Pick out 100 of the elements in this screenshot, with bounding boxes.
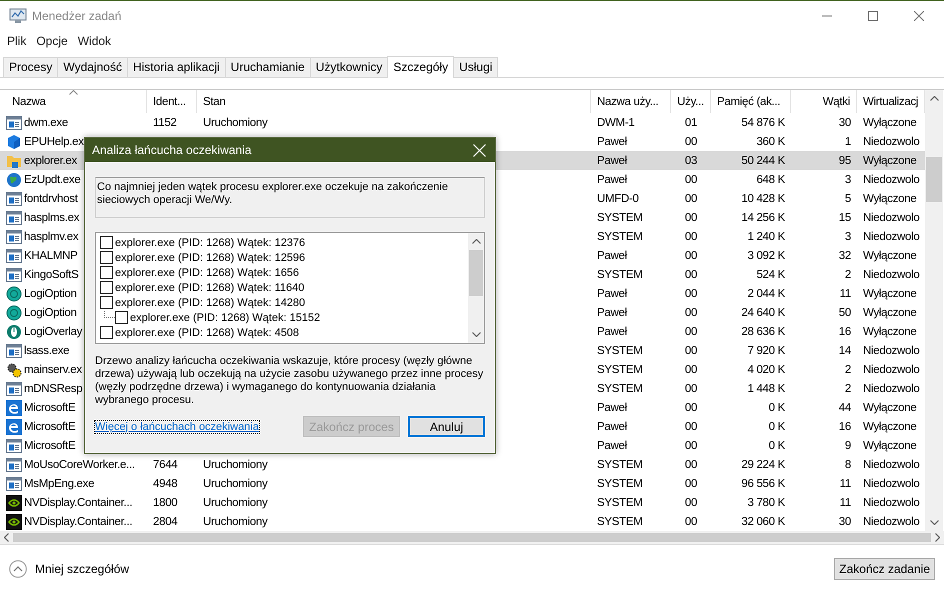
table-cell: KingoSoftS [24,268,79,280]
table-cell: LogiOption [24,306,77,318]
table-cell: 00 [684,440,698,452]
table-cell: explorer.ex [24,154,77,166]
table-cell: MoUsoCoreWorker.e... [24,458,135,470]
table-cell: 1 240 K [747,230,785,242]
table-cell: 00 [684,402,698,414]
table-cell: Niedozwolo [863,174,920,186]
table-cell: Niedozwolo [863,212,920,224]
table-cell: UMFD-0 [597,192,639,204]
table-cell: 0 K [768,402,785,414]
table-cell: DWM-1 [597,116,634,128]
table-cell: 1152 [153,116,177,128]
table-cell: 00 [684,174,698,186]
table-cell: 15 [838,212,851,224]
table-cell: 00 [684,496,698,508]
table-cell: 2 044 K [747,288,785,300]
table-cell: 00 [684,192,698,204]
table-cell: MicrosoftE [24,440,76,452]
table-cell: KHALMNP [24,250,78,262]
table-cell: SYSTEM [597,458,642,470]
message-text: Co najmniej jeden wątek procesu explorer.exe oczekuje na zakończenie sieciowych operacji We/Wy. [95,177,485,218]
table-cell: Niedozwolo [863,382,920,394]
table-cell: 30 [838,516,851,528]
table-cell: SYSTEM [597,268,642,280]
table-cell: Paweł [597,306,627,318]
table-cell: 16 [838,420,851,432]
table-cell: Niedozwolo [863,136,920,148]
table-cell: 28 636 K [741,326,785,338]
table-cell: 24 640 K [741,306,785,318]
table-cell: hasplms.ex [24,212,80,224]
table-cell: Niedozwolo [863,344,920,356]
table-cell: NVDisplay.Container... [24,516,132,528]
table-cell: NVDisplay.Container... [24,496,132,508]
table-cell: 54 876 K [741,116,785,128]
table-cell: 00 [684,212,698,224]
table-cell: 7 920 K [747,344,785,356]
table-cell: lsass.exe [24,344,70,356]
table-cell: Uruchomiony [203,458,268,470]
table-cell: 5 [844,192,851,204]
table-cell: 01 [684,116,698,128]
table-cell: 95 [838,154,851,166]
table-cell: 14 [838,344,851,356]
table-cell: dwm.exe [24,116,68,128]
table-cell: 11 [840,496,851,508]
table-cell: mDNSResp [24,382,82,394]
table-cell: Paweł [597,250,627,262]
table-cell: 7644 [153,458,178,470]
table-cell: EzUpdt.exe [24,174,80,186]
table-cell: Uruchomiony [203,478,268,490]
description-text: Drzewo analizy łańcucha oczekiwania wskazuje, które procesy (węzły główne drzewa) używają lub oczekują na użycie zasobu używanego przez inne procesy (węzły podrzędne drzewa) i wymaganego do kontynuowania działania wybranego procesu. [95,355,484,407]
table-cell: Niedozwolo [863,458,920,470]
table-cell: 360 K [756,136,785,148]
table-cell: 2 [844,268,851,280]
table-cell: 00 [684,230,698,242]
table-cell: 16 [838,326,851,338]
table-cell: 3 [844,174,851,186]
table-cell: Niedozwolo [863,364,920,376]
table-cell: Wyłączone [863,288,916,300]
table-cell: 3 092 K [747,250,785,262]
table-cell: 03 [684,154,698,166]
table-cell: 9 [844,440,851,452]
table-cell: SYSTEM [597,344,642,356]
table-cell: Paweł [597,326,627,338]
table-cell: mainserv.ex [24,364,82,376]
table-cell: Wyłączone [863,420,916,432]
table-cell: Paweł [597,402,627,414]
table-cell: 00 [684,344,698,356]
table-cell: Wyłączone [863,440,916,452]
table-cell: Wyłączone [863,250,916,262]
table-cell: 11 [840,288,851,300]
table-cell: 3 [844,230,851,242]
table-cell: Uruchomiony [203,116,268,128]
table-cell: Uruchomiony [203,516,268,528]
table-cell: Uruchomiony [203,496,268,508]
table-cell: 14 256 K [741,212,785,224]
table-cell: 524 K [756,268,785,280]
table-cell: Paweł [597,136,627,148]
table-cell: 30 [838,116,851,128]
table-cell: 1 [844,136,851,148]
table-cell: 8 [844,458,851,470]
table-cell: 29 224 K [741,458,785,470]
table-cell: 2 [844,364,851,376]
table-cell: 00 [684,458,698,470]
table-cell: MicrosoftE [24,420,76,432]
table-cell: Paweł [597,154,627,166]
table-cell: 10 428 K [741,192,785,204]
table-cell: SYSTEM [597,364,642,376]
table-cell: 00 [684,306,698,318]
table-cell: 44 [838,402,851,414]
table-cell: 1 448 K [747,382,785,394]
table-cell: 96 556 K [741,478,785,490]
table-cell: SYSTEM [597,496,642,508]
table-cell: 4948 [153,478,178,490]
table-cell: 00 [684,288,698,300]
table-cell: 00 [684,478,698,490]
table-cell: 1800 [153,496,178,508]
table-cell: 00 [684,136,698,148]
table-cell: LogiOption [24,288,77,300]
table-cell: 00 [684,250,698,262]
